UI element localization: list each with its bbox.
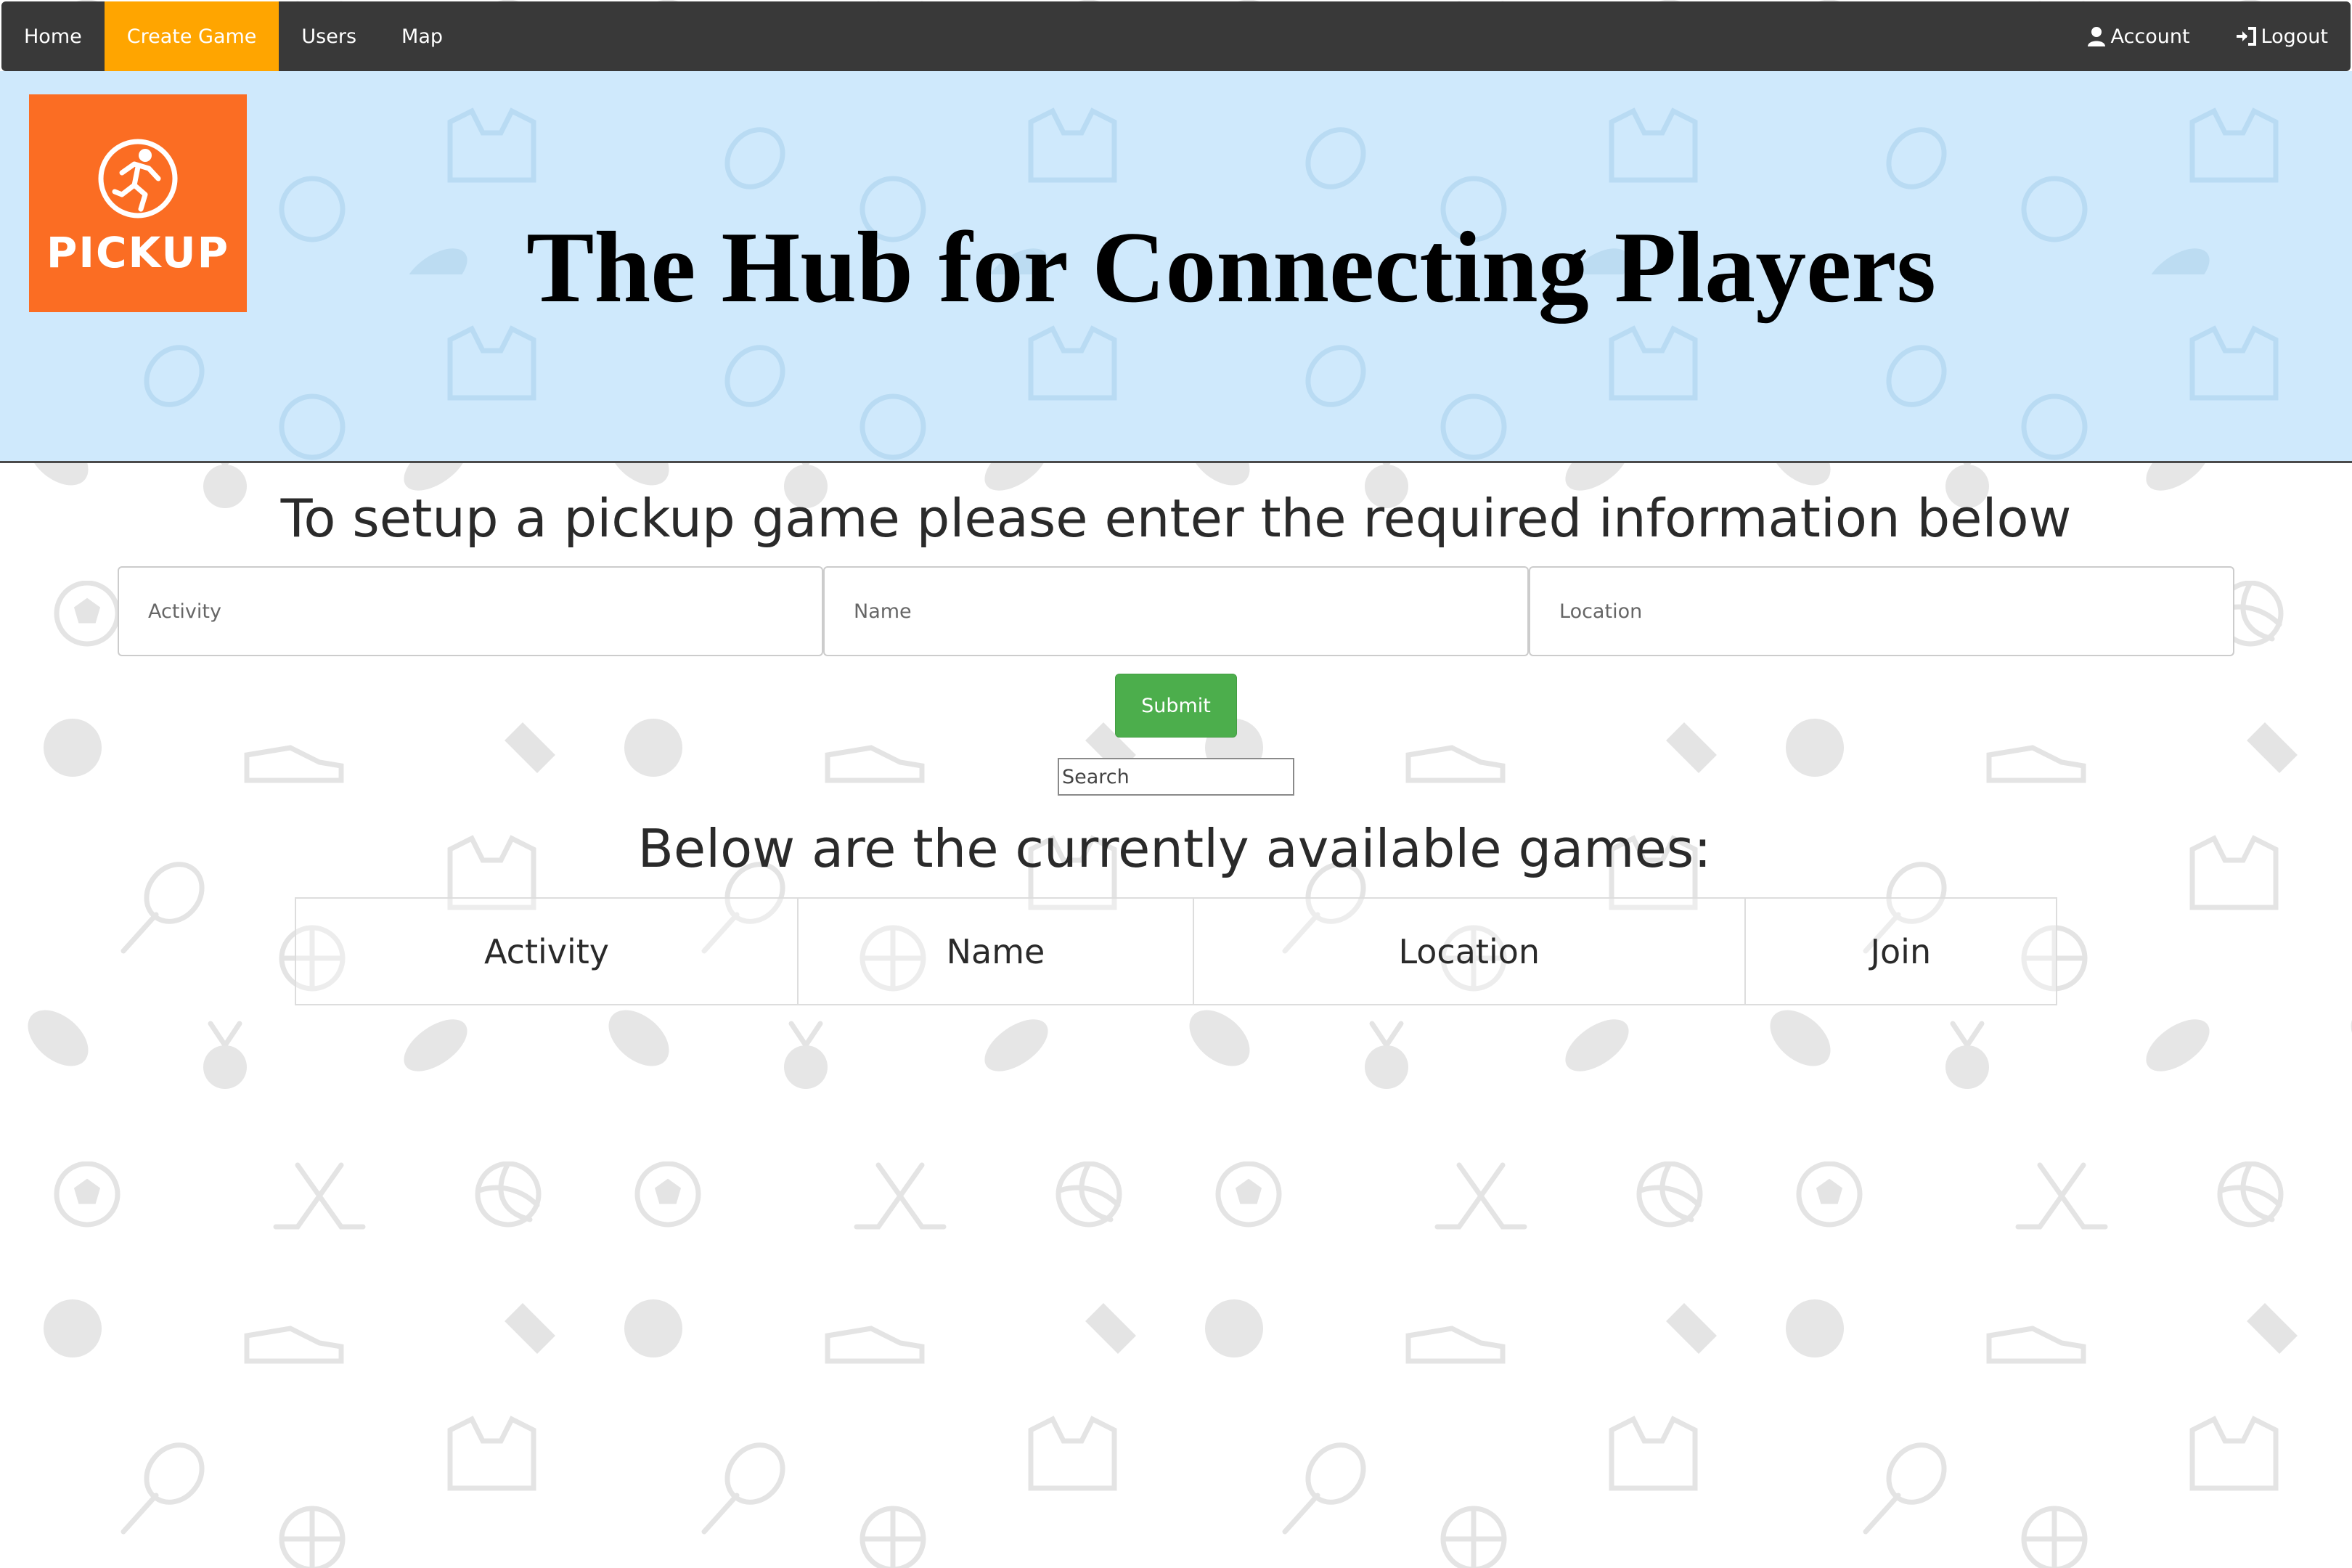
nav-users[interactable]: Users [279, 1, 379, 71]
top-navbar: Home Create Game Users Map Account Logou… [1, 1, 2351, 71]
nav-home[interactable]: Home [1, 1, 105, 71]
nav-map[interactable]: Map [379, 1, 465, 71]
column-header-activity[interactable]: Activity [294, 897, 799, 1005]
page-root: Home Create Game Users Map Account Logou… [0, 0, 2352, 1568]
logout-label: Logout [2261, 25, 2328, 48]
account-label: Account [2110, 25, 2190, 48]
nav-account[interactable]: Account [2064, 1, 2213, 71]
nav-logout[interactable]: Logout [2213, 1, 2351, 71]
column-header-location[interactable]: Location [1192, 897, 1746, 1005]
games-table: Activity Name Location Join [294, 897, 2058, 1005]
column-header-name[interactable]: Name [797, 897, 1194, 1005]
column-header-join[interactable]: Join [1744, 897, 2058, 1005]
games-heading: Below are the currently available games: [637, 818, 1712, 879]
nav-create-game[interactable]: Create Game [104, 1, 279, 71]
nav-account-area: Account Logout [2064, 1, 2351, 71]
hero-title: The Hub for Connecting Players [526, 211, 1936, 324]
hero-banner: PICKUP The Hub for Connecting Players [0, 71, 2352, 463]
submit-button[interactable]: Submit [1115, 674, 1237, 738]
user-icon [2087, 27, 2105, 46]
search-input[interactable] [1058, 758, 1294, 796]
runner-icon [98, 139, 178, 219]
name-input[interactable] [823, 566, 1529, 656]
location-input[interactable] [1529, 566, 2234, 656]
log-in-icon [2236, 27, 2256, 46]
setup-heading: To setup a pickup game please enter the … [280, 488, 2072, 549]
nav-links: Home Create Game Users Map [1, 1, 465, 71]
games-table-header-row: Activity Name Location Join [294, 897, 2058, 1005]
activity-input[interactable] [118, 566, 823, 656]
